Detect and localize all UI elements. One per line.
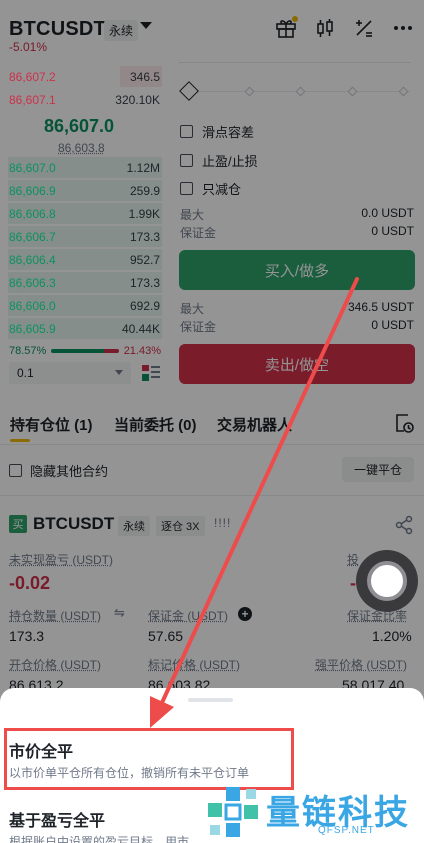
annotation-arrow <box>0 0 424 843</box>
watermark-logo-icon <box>206 785 262 841</box>
watermark: 量链科技 QFSP.NET <box>206 783 421 841</box>
watermark-url: QFSP.NET <box>318 825 375 836</box>
